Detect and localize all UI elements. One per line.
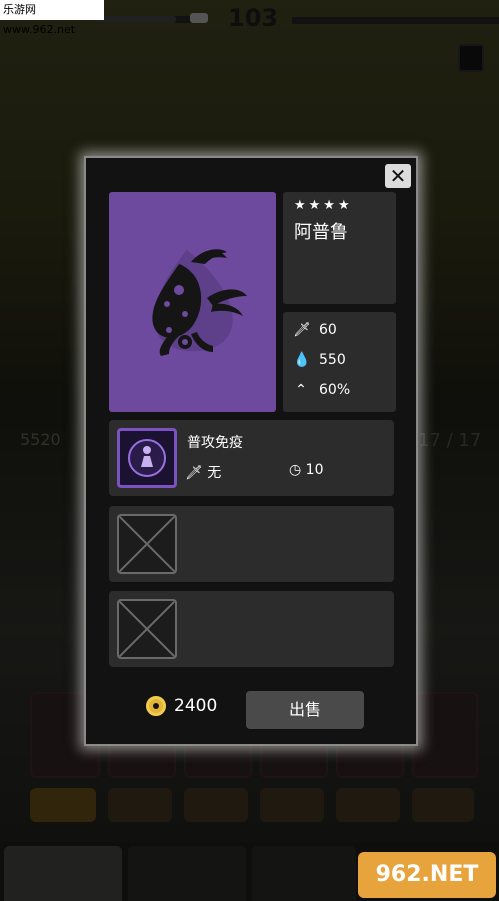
sword-icon: 🗡 <box>185 465 203 481</box>
rate-stat: ⌃ 60% <box>293 382 350 398</box>
rate-value: 60% <box>319 382 351 398</box>
attack-stat: 🗡 60 <box>293 322 337 338</box>
coin-icon <box>146 696 166 716</box>
sell-price-value: 2400 <box>174 696 218 716</box>
skill-cooldown: ◷ 10 <box>289 462 324 478</box>
hero-portrait <box>109 192 276 412</box>
skill-slot-2-empty[interactable] <box>109 506 394 582</box>
hp-value: 550 <box>319 352 346 368</box>
skill-name: 普攻免疫 <box>187 435 243 451</box>
sell-button[interactable]: 出售 <box>246 691 364 729</box>
skill-attack: 🗡 无 <box>185 462 221 482</box>
hero-star-rating: ★★★★ <box>294 198 353 213</box>
empty-slot-icon <box>117 599 177 659</box>
clock-icon: ◷ <box>289 462 302 478</box>
close-button[interactable]: ✕ <box>385 164 411 188</box>
skill-attack-value: 无 <box>207 465 222 481</box>
double-chevron-up-icon: ⌃ <box>295 382 307 398</box>
drop-icon: 💧 <box>293 352 311 368</box>
site-logo: 962.NET <box>358 852 496 898</box>
hero-name-card: ★★★★ 阿普鲁 <box>283 192 396 304</box>
empty-slot-icon <box>117 514 177 574</box>
site-watermark: 乐游网 www.962.net <box>0 0 104 36</box>
hero-stats-card: 🗡 60 💧 550 ⌃ 60% <box>283 312 396 412</box>
skill-cooldown-value: 10 <box>305 462 324 478</box>
skill-slot-3-empty[interactable] <box>109 591 394 667</box>
skill-slot-1[interactable]: 普攻免疫 🗡 无 ◷ 10 <box>109 420 394 496</box>
skill-immunity-icon <box>117 428 177 488</box>
attack-value: 60 <box>319 322 337 338</box>
hero-name: 阿普鲁 <box>294 222 348 243</box>
hero-creature-image <box>152 249 247 356</box>
hp-stat: 💧 550 <box>293 352 346 368</box>
sword-icon: 🗡 <box>293 322 311 338</box>
sell-price: 2400 <box>146 696 217 716</box>
